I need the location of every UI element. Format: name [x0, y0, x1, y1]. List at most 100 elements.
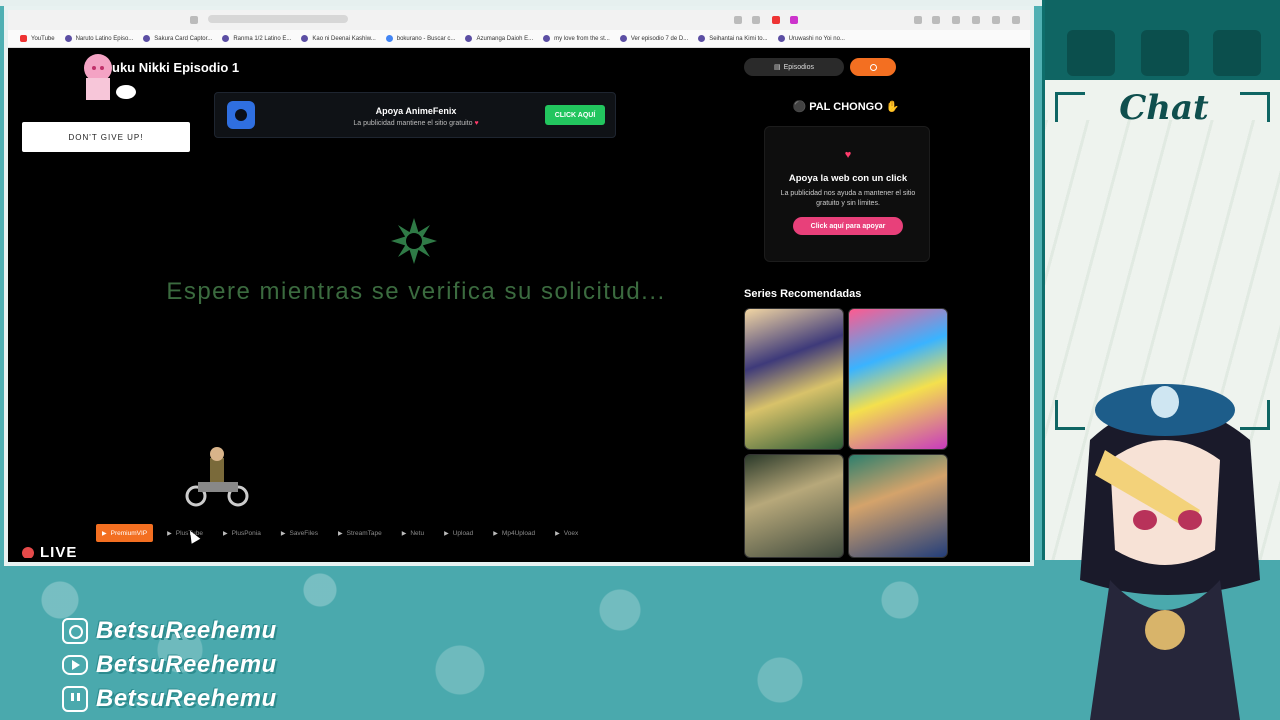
youtube-icon: [20, 35, 27, 42]
youtube-icon: [62, 655, 88, 675]
window-icon[interactable]: [972, 16, 980, 24]
server-tab-savefiles[interactable]: ▶ SaveFiles: [275, 524, 324, 542]
site-icon: [698, 35, 706, 42]
site-icon: [143, 35, 151, 42]
play-icon: ▶: [493, 530, 498, 537]
bookmark-item[interactable]: YouTube: [20, 35, 55, 42]
menu-icon[interactable]: [914, 16, 922, 24]
bookmark-item[interactable]: Ranma 1/2 Latino E...: [222, 35, 291, 42]
maximize-icon[interactable]: [952, 16, 960, 24]
server-tab-mp4upload[interactable]: ▶ Mp4Upload: [487, 524, 541, 542]
server-tab-upload[interactable]: ▶ Upload: [438, 524, 479, 542]
bookmark-item[interactable]: Sakura Card Captor...: [143, 35, 212, 42]
social-handle: BetsuReehemu: [96, 685, 277, 712]
series-poster[interactable]: [744, 454, 844, 558]
bookmark-label: bokurano - Buscar c...: [396, 35, 456, 42]
server-label: StreamTape: [346, 529, 382, 537]
episodes-button[interactable]: ▤ Episodios: [744, 58, 844, 76]
bookmark-item[interactable]: Naruto Latino Episo...: [64, 35, 134, 42]
dont-give-up-box: DON'T GIVE UP!: [22, 122, 190, 152]
pray-emoji-icon: ✋: [885, 101, 900, 113]
site-icon: [543, 35, 551, 42]
support-card: ♥ Apoya la web con un click La publicida…: [764, 126, 930, 262]
vtuber-avatar: [1080, 384, 1260, 720]
chat-header-lanterns: [1045, 0, 1280, 80]
extension-icon[interactable]: [790, 16, 798, 24]
extension-icon[interactable]: [734, 16, 742, 24]
support-card-text: La publicidad nos ayuda a mantener el si…: [780, 190, 916, 207]
play-icon: ▶: [167, 530, 172, 537]
server-tab-voex[interactable]: ▶ Voex: [549, 524, 584, 542]
live-dot-icon: [22, 546, 34, 558]
bookmark-label: Ranma 1/2 Latino E...: [233, 35, 292, 42]
lantern-icon: [1213, 30, 1261, 76]
bookmark-label: YouTube: [31, 35, 55, 42]
circle-icon: [869, 63, 877, 71]
address-bar[interactable]: [208, 15, 348, 23]
bookmarks-bar: YouTube Naruto Latino Episo... Sakura Card…: [8, 30, 1030, 48]
restore-icon[interactable]: [992, 16, 1000, 24]
bookmark-label: Kao ni Deenai Kashiw...: [312, 35, 376, 42]
server-tab-netu[interactable]: ▶ Netu: [396, 524, 430, 542]
monkey-emoji-icon: ⚫: [792, 101, 807, 113]
bookmark-label: Uruwashi no Yoi no...: [788, 35, 845, 42]
play-icon: ▶: [555, 530, 560, 537]
site-icon: [465, 35, 473, 42]
ornament-corner-icon: [1055, 92, 1085, 122]
extension-icon[interactable]: [752, 16, 760, 24]
server-tab-plusponia[interactable]: ▶ PlusPonia: [217, 524, 267, 542]
list-icon: ▤: [774, 64, 781, 71]
play-icon: ▶: [444, 530, 449, 537]
play-icon: ▶: [222, 530, 228, 537]
live-label: LIVE: [40, 544, 78, 558]
server-label: Voex: [563, 529, 579, 537]
close-icon[interactable]: [1012, 16, 1020, 24]
support-banner: Apoya AnimeFenix La publicidad mantiene …: [214, 92, 616, 138]
verification-message: Espere mientras se verifica su solicitud…: [166, 278, 666, 305]
site-icon: [777, 35, 785, 42]
bookmark-item[interactable]: my love from the st...: [543, 35, 610, 42]
bookmark-item[interactable]: Azumanga Daioh E...: [465, 35, 533, 42]
series-poster[interactable]: [848, 454, 948, 558]
pixel-girl-gif: [84, 54, 136, 100]
episode-title: uku Nikki Episodio 1: [112, 60, 240, 75]
anime-page: uku Nikki Episodio 1 DON'T GIVE UP! Apoy…: [16, 50, 1028, 558]
social-handles: BetsuReehemu BetsuReehemu BetsuReehemu: [62, 614, 277, 716]
support-card-heading: Apoya la web con un click: [788, 173, 908, 184]
scooter-rider-gif: [185, 447, 249, 507]
browser-tab-bar: [8, 10, 1030, 30]
server-label: PremiumVIP: [110, 529, 148, 537]
play-icon: ▶: [401, 530, 407, 537]
heart-icon: ♥: [474, 120, 479, 127]
series-poster[interactable]: [848, 308, 948, 450]
bookmark-label: Sakura Card Captor...: [154, 35, 213, 42]
loading-spinner-icon: [391, 218, 437, 264]
play-icon: ▶: [280, 530, 286, 537]
support-click-button[interactable]: Click aquí para apoyar: [793, 217, 903, 235]
bookmark-label: Azumanga Daioh E...: [476, 35, 534, 42]
lantern-icon: [1067, 30, 1115, 76]
click-here-button[interactable]: CLICK AQUÍ: [545, 105, 605, 125]
bookmark-star-icon[interactable]: [190, 16, 198, 24]
bookmark-item[interactable]: Uruwashi no Yoi no...: [777, 35, 845, 42]
server-tab-streamtape[interactable]: ▶ StreamTape: [332, 524, 388, 542]
series-poster[interactable]: [744, 308, 844, 450]
server-label: PlusPonia: [231, 529, 261, 537]
bookmark-item[interactable]: Seihantai na Kimi to...: [698, 35, 768, 42]
minimize-icon[interactable]: [932, 16, 940, 24]
play-icon: ▶: [338, 530, 343, 537]
bookmark-label: Naruto Latino Episo...: [75, 35, 134, 42]
bookmark-item[interactable]: Ver episodio 7 de D...: [619, 35, 688, 42]
server-tab-premiumvip[interactable]: ▶ PremiumVIP: [96, 524, 154, 542]
extension-icon[interactable]: [772, 16, 780, 24]
play-icon: ▶: [102, 530, 107, 537]
ornament-corner-icon: [1240, 92, 1270, 122]
orange-action-button[interactable]: [850, 58, 896, 76]
lantern-icon: [1141, 30, 1189, 76]
server-label: Netu: [410, 529, 425, 537]
bookmark-item[interactable]: Kao ni Deenai Kashiw...: [301, 35, 376, 42]
social-handle: BetsuReehemu: [96, 617, 277, 644]
google-icon: [385, 35, 393, 42]
bookmark-item[interactable]: bokurano - Buscar c...: [385, 35, 456, 42]
instagram-icon: [62, 618, 88, 644]
